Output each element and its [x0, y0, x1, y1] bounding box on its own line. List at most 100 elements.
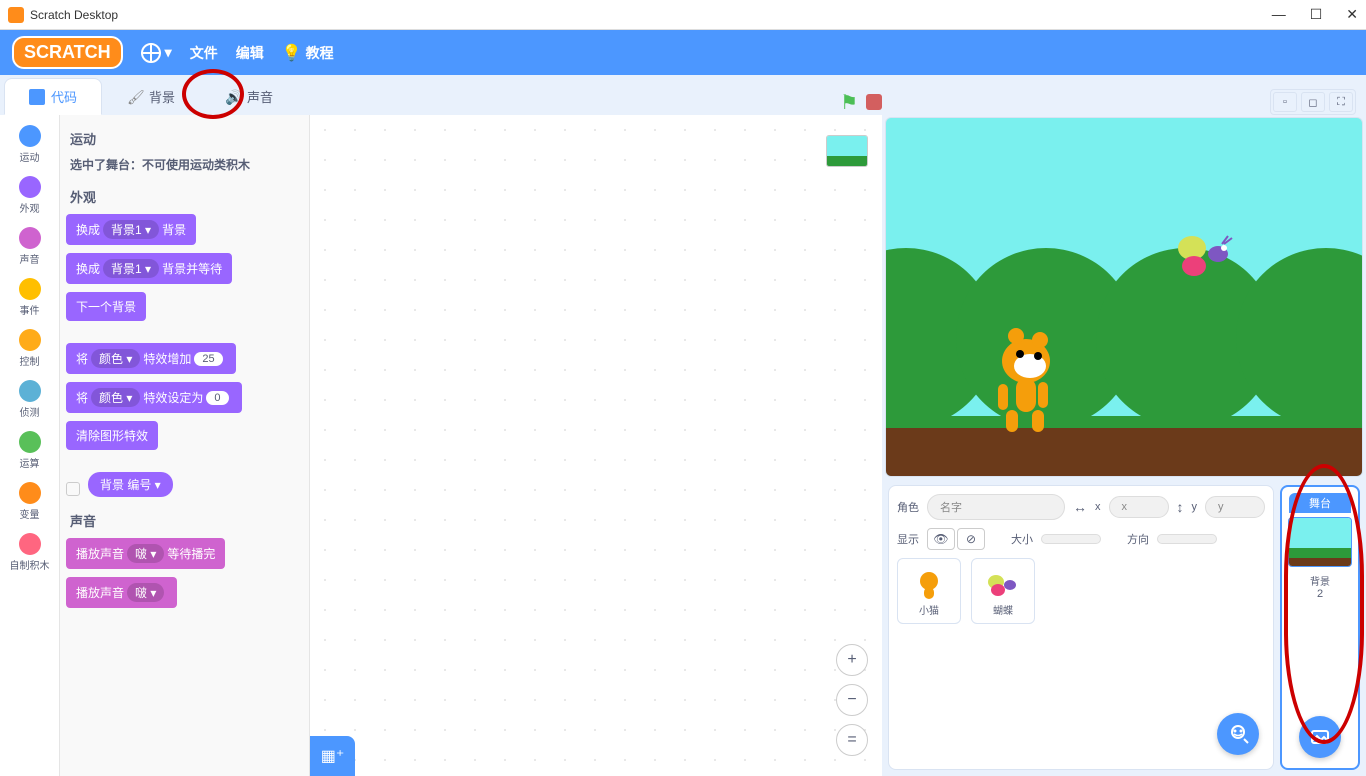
category-column: 运动 外观 声音 事件 控制 侦测 运算 变量 自制积木 [0, 115, 60, 776]
block-play-sound-until-done[interactable]: 播放声音啵 ▾等待播完 [66, 538, 225, 569]
category-operators[interactable]: 运算 [0, 425, 59, 476]
category-label: 运动 [20, 149, 40, 164]
category-myblocks[interactable]: 自制积木 [0, 527, 59, 578]
show-sprite-button[interactable]: 👁 [927, 528, 955, 550]
code-icon [29, 89, 45, 105]
language-menu[interactable]: ▾ [141, 43, 172, 63]
extension-button[interactable]: ▦⁺ [310, 736, 355, 776]
sprite-tile-butterfly[interactable]: 蝴蝶 [971, 558, 1035, 624]
zoom-in-button[interactable]: + [836, 644, 868, 676]
green-flag-button[interactable]: ⚑ [840, 90, 858, 115]
window-titlebar: Scratch Desktop — ☐ ✕ [0, 0, 1366, 30]
add-backdrop-button[interactable] [1299, 716, 1341, 758]
sound-header: 声音 [70, 511, 303, 530]
block-change-effect[interactable]: 将颜色 ▾特效增加25 [66, 343, 236, 374]
backdrop-count: 2 [1317, 588, 1323, 600]
sprite-name-input[interactable]: 名字 [927, 494, 1065, 520]
maximize-button[interactable]: ☐ [1310, 6, 1323, 23]
stage-selector[interactable]: 舞台 背景 2 [1280, 485, 1360, 770]
tab-code-label: 代码 [51, 87, 77, 106]
tab-code[interactable]: 代码 [4, 78, 102, 115]
stage-column-label: 舞台 [1289, 493, 1351, 513]
block-clear-effects[interactable]: 清除图形特效 [66, 421, 158, 450]
category-looks[interactable]: 外观 [0, 170, 59, 221]
category-variables[interactable]: 变量 [0, 476, 59, 527]
app-icon [8, 7, 24, 23]
brush-icon [127, 89, 143, 105]
sprite-size-input[interactable] [1041, 534, 1101, 544]
block-switch-backdrop[interactable]: 换成背景1 ▾背景 [66, 214, 196, 245]
stage-fullscreen-button[interactable]: ⛶ [1329, 92, 1353, 112]
close-button[interactable]: ✕ [1346, 6, 1358, 23]
workspace-backdrop-thumb [826, 135, 868, 167]
category-label: 控制 [20, 353, 40, 368]
butterfly-sprite [1172, 228, 1242, 278]
looks-header: 外观 [70, 187, 303, 206]
stop-button[interactable] [866, 94, 882, 110]
zoom-reset-button[interactable]: = [836, 724, 868, 756]
category-label: 事件 [20, 302, 40, 317]
category-sensing[interactable]: 侦测 [0, 374, 59, 425]
category-sound[interactable]: 声音 [0, 221, 59, 272]
blocks-palette[interactable]: 运动 选中了舞台：不可使用运动类积木 外观 换成背景1 ▾背景 换成背景1 ▾背… [60, 115, 310, 776]
globe-icon [141, 43, 161, 63]
motion-header: 运动 [70, 129, 303, 148]
y-label: y [1192, 501, 1198, 513]
editor-tabs: 代码 背景 声音 ⚑ ▫ ◻ ⛶ [0, 75, 1366, 115]
reporter-checkbox[interactable] [66, 482, 80, 496]
hide-sprite-button[interactable]: ⊘ [957, 528, 985, 550]
direction-label: 方向 [1127, 531, 1149, 547]
block-play-sound[interactable]: 播放声音啵 ▾ [66, 577, 177, 608]
tab-sounds[interactable]: 声音 [200, 78, 298, 115]
sprite-tile-label: 小猫 [919, 602, 939, 617]
menubar: SCRATCH ▾ 文件 编辑 💡教程 [0, 30, 1366, 75]
size-label: 大小 [1011, 531, 1033, 547]
add-sprite-button[interactable] [1217, 713, 1259, 755]
sprite-label: 角色 [897, 499, 919, 515]
cat-sprite [986, 326, 1076, 436]
x-icon: ↔ [1073, 499, 1087, 515]
tab-sounds-label: 声音 [247, 87, 273, 106]
minimize-button[interactable]: — [1272, 6, 1286, 23]
stage-large-button[interactable]: ◻ [1301, 92, 1325, 112]
category-control[interactable]: 控制 [0, 323, 59, 374]
block-switch-backdrop-wait[interactable]: 换成背景1 ▾背景并等待 [66, 253, 232, 284]
stage-preview[interactable] [885, 117, 1363, 477]
stage-selected-message: 选中了舞台：不可使用运动类积木 [70, 156, 303, 173]
tutorials-label: 教程 [306, 43, 334, 63]
sound-icon [225, 89, 241, 105]
bulb-icon: 💡 [282, 43, 302, 63]
scratch-logo: SCRATCH [12, 36, 123, 69]
tutorials-menu[interactable]: 💡教程 [282, 43, 334, 63]
category-motion[interactable]: 运动 [0, 119, 59, 170]
stage-thumbnail[interactable] [1288, 517, 1352, 567]
y-icon: ↕ [1177, 499, 1184, 515]
block-set-effect[interactable]: 将颜色 ▾特效设定为0 [66, 382, 242, 413]
category-label: 侦测 [20, 404, 40, 419]
category-label: 变量 [20, 506, 40, 521]
block-next-backdrop[interactable]: 下一个背景 [66, 292, 146, 321]
category-label: 运算 [20, 455, 40, 470]
sprite-x-input[interactable]: x [1109, 496, 1169, 518]
backdrop-label: 背景 [1310, 573, 1330, 588]
category-events[interactable]: 事件 [0, 272, 59, 323]
category-label: 外观 [20, 200, 40, 215]
zoom-out-button[interactable]: − [836, 684, 868, 716]
window-title: Scratch Desktop [30, 8, 118, 22]
stage-small-button[interactable]: ▫ [1273, 92, 1297, 112]
edit-menu[interactable]: 编辑 [236, 43, 264, 63]
sprite-tile-label: 蝴蝶 [993, 602, 1013, 617]
sprite-tile-cat[interactable]: 小猫 [897, 558, 961, 624]
scripts-workspace[interactable]: + − = ▦⁺ [310, 115, 882, 776]
category-label: 声音 [20, 251, 40, 266]
x-label: x [1095, 501, 1101, 513]
sprite-y-input[interactable]: y [1205, 496, 1265, 518]
category-label: 自制积木 [10, 557, 50, 572]
tab-backdrops[interactable]: 背景 [102, 78, 200, 115]
reporter-backdrop-number[interactable]: 背景 编号 ▾ [88, 472, 173, 497]
sprite-info-panel: 角色 名字 ↔ x x ↕ y y 显示 👁 ⊘ 大小 [888, 485, 1274, 770]
show-label: 显示 [897, 531, 919, 547]
sprite-direction-input[interactable] [1157, 534, 1217, 544]
tab-backdrops-label: 背景 [149, 87, 175, 106]
file-menu[interactable]: 文件 [190, 43, 218, 63]
